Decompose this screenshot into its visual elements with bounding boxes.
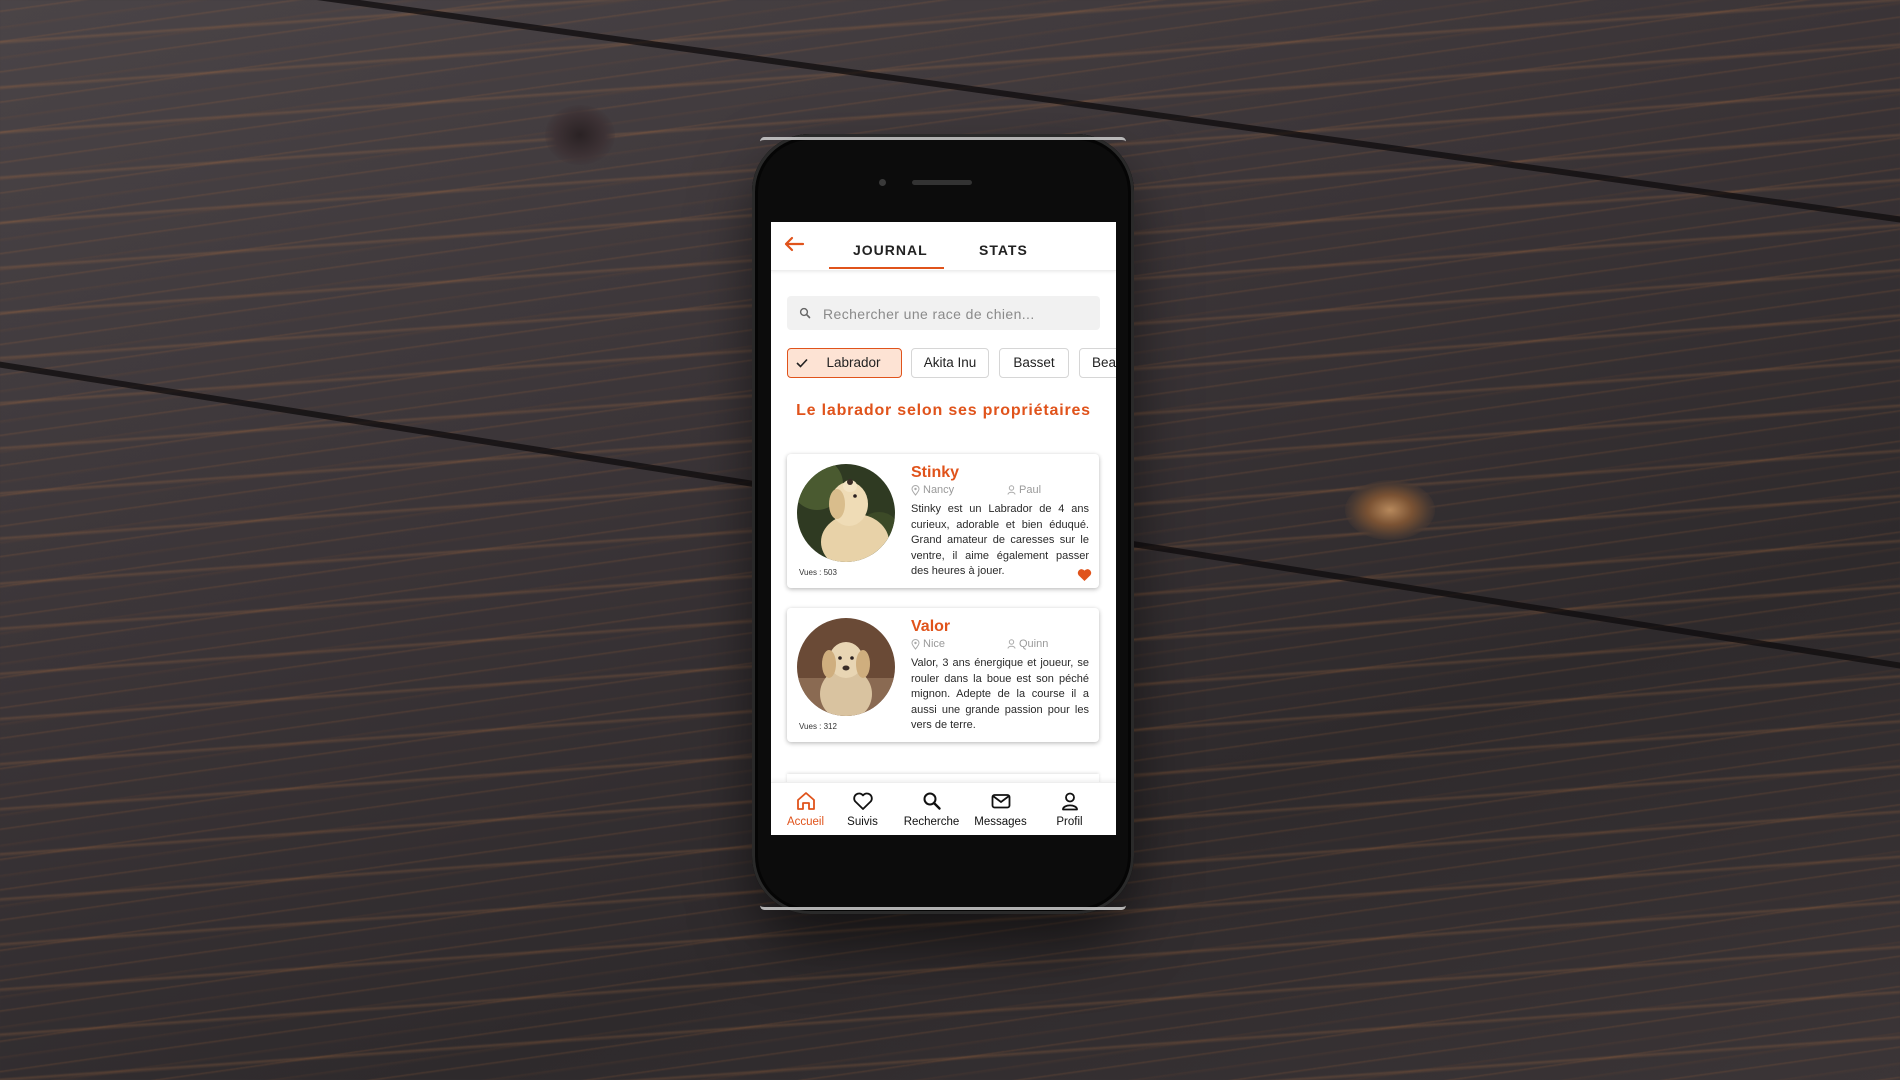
views-count: Vues : 312 (799, 722, 837, 731)
dog-name[interactable]: Valor (911, 618, 950, 636)
chip-basset[interactable]: Basset (999, 348, 1069, 378)
dog-card-stinky[interactable]: Vues : 503 Stinky Nancy Paul Stinky est … (787, 454, 1099, 588)
phone-edge-highlight (760, 137, 1126, 146)
chip-label: Basset (1013, 355, 1055, 370)
tab-journal[interactable]: JOURNAL (853, 242, 928, 258)
nav-label: Profil (1056, 816, 1083, 828)
wood-knot (545, 105, 615, 165)
owner-label: Paul (1019, 484, 1042, 496)
nav-recherche[interactable]: Recherche (897, 783, 966, 835)
nav-profil[interactable]: Profil (1035, 783, 1104, 835)
search-placeholder: Rechercher une race de chien... (823, 306, 1035, 322)
chip-label: Bea (1092, 355, 1116, 370)
bottom-navigation: Accueil Suivis Recherche Messages Profil (771, 782, 1116, 835)
arrow-left-icon[interactable] (783, 236, 805, 252)
search-input[interactable]: Rechercher une race de chien... (787, 296, 1100, 330)
nav-suivis[interactable]: Suivis (828, 783, 897, 835)
user-icon (1007, 485, 1016, 495)
dog-card-valor[interactable]: Vues : 312 Valor Nice Quinn Valor, 3 ans… (787, 608, 1099, 742)
phone-edge-highlight (760, 901, 1126, 910)
heart-filled-icon[interactable] (1077, 568, 1092, 582)
user-icon (1062, 792, 1078, 811)
chip-akita-inu[interactable]: Akita Inu (911, 348, 989, 378)
search-icon (799, 307, 811, 319)
nav-label: Recherche (903, 816, 960, 828)
top-app-bar: JOURNAL STATS (771, 222, 1116, 271)
dog-location: Nancy (911, 484, 954, 496)
location-pin-icon (911, 638, 920, 650)
chip-label: Akita Inu (923, 355, 977, 370)
chip-label: Labrador (826, 355, 881, 370)
city-label: Nancy (923, 484, 955, 496)
dog-avatar (797, 618, 895, 716)
chip-labrador[interactable]: Labrador (787, 348, 902, 378)
dog-avatar (797, 464, 895, 562)
home-icon (797, 792, 815, 810)
wood-knot (1345, 480, 1435, 540)
nav-label: Suivis (847, 816, 878, 828)
mail-icon (991, 794, 1011, 809)
app-screen: JOURNAL STATS Rechercher une race de chi… (771, 222, 1116, 835)
dog-owner: Quinn (1007, 638, 1048, 650)
section-title: Le labrador selon ses propriétaires (796, 402, 1091, 419)
chip-beagle[interactable]: Bea (1079, 348, 1116, 378)
earpiece-speaker (912, 180, 972, 185)
nav-label: Messages (974, 816, 1027, 828)
dog-location: Nice (911, 638, 945, 650)
dog-description: Stinky est un Labrador de 4 ans curieux,… (911, 503, 1089, 577)
location-pin-icon (911, 484, 920, 496)
city-label: Nice (923, 638, 946, 650)
front-camera (879, 179, 886, 186)
dog-name[interactable]: Stinky (911, 464, 959, 482)
heart-icon (853, 792, 873, 810)
views-count: Vues : 503 (799, 568, 837, 577)
nav-messages[interactable]: Messages (966, 783, 1035, 835)
dog-owner: Paul (1007, 484, 1041, 496)
check-icon (796, 358, 808, 368)
active-tab-indicator (829, 267, 944, 269)
search-icon (923, 792, 941, 810)
user-icon (1007, 639, 1016, 649)
owner-label: Quinn (1019, 638, 1049, 650)
dog-description: Valor, 3 ans énergique et joueur, se rou… (911, 657, 1089, 731)
tab-stats[interactable]: STATS (979, 242, 1028, 258)
